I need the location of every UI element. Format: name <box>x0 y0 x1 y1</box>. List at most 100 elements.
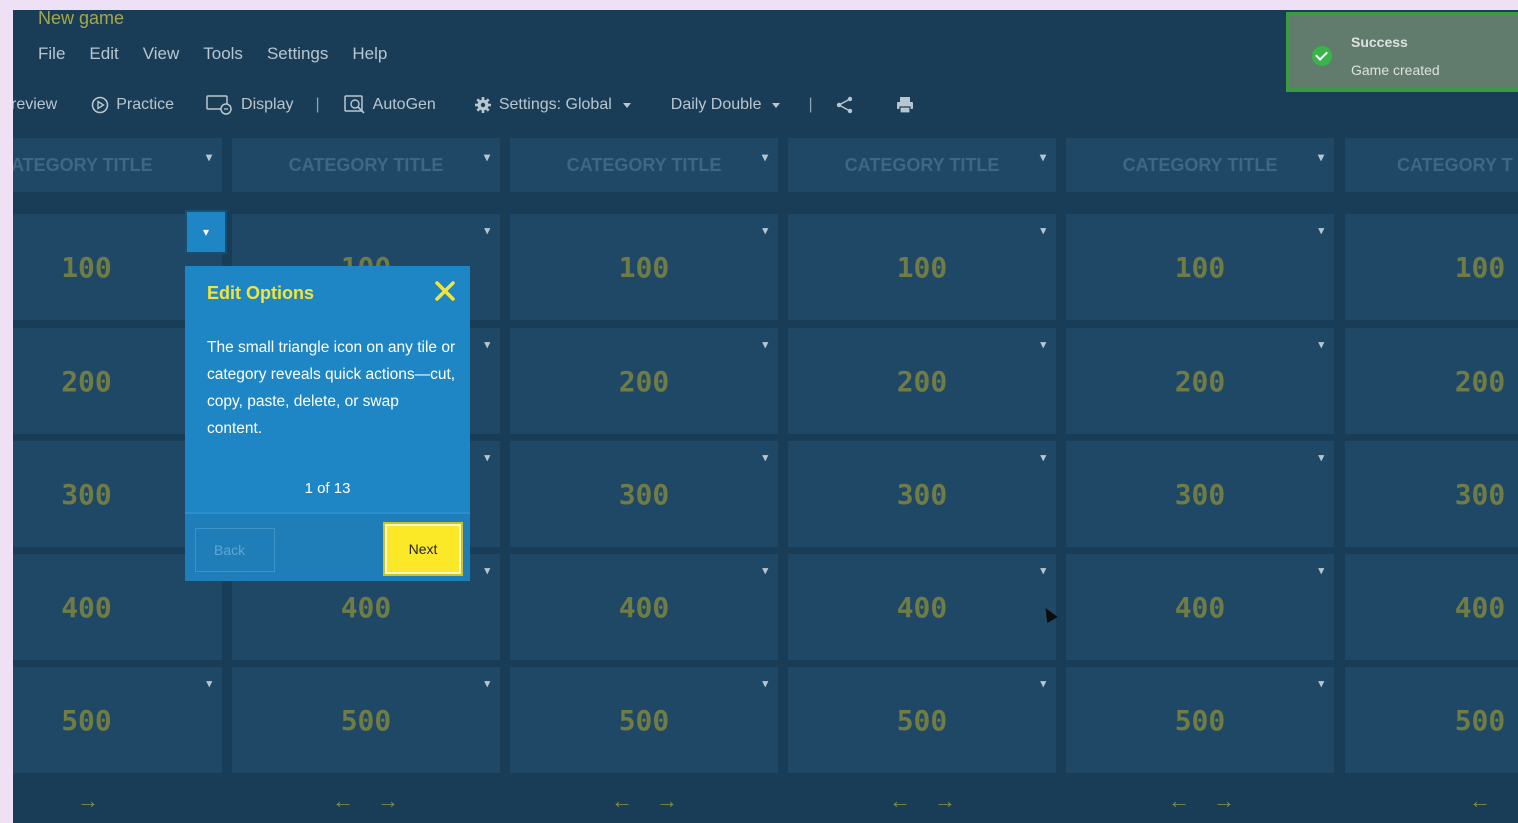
settings-dropdown[interactable]: Settings: Global <box>474 96 631 114</box>
chevron-down-icon[interactable]: ▾ <box>762 224 768 237</box>
category-title: ATEGORY TITLE <box>13 154 153 175</box>
tile-value: 300 <box>896 477 948 511</box>
display-button[interactable]: Display <box>206 95 294 115</box>
chevron-down-icon[interactable]: ▾ <box>206 150 212 164</box>
chevron-down-icon <box>622 102 631 108</box>
chevron-down-icon[interactable]: ▾ <box>1318 677 1324 690</box>
toolbar: review Practice Display | AutoGen Settin… <box>13 90 1033 120</box>
chevron-down-icon[interactable]: ▾ <box>1040 677 1046 690</box>
chevron-down-icon[interactable]: ▾ <box>762 677 768 690</box>
chevron-down-icon[interactable]: ▾ <box>1040 451 1046 464</box>
menu-view[interactable]: View <box>143 44 180 64</box>
chevron-down-icon[interactable]: ▾ <box>484 338 490 351</box>
share-button[interactable] <box>835 95 855 115</box>
display-label: Display <box>241 96 294 113</box>
tile-value: 200 <box>1454 364 1506 398</box>
preview-button[interactable]: review <box>13 96 57 114</box>
practice-label: Practice <box>116 96 175 113</box>
arrow-left-icon[interactable]: ← <box>1469 788 1491 814</box>
question-tile[interactable]: 400 <box>1345 554 1518 660</box>
category-title: CATEGORY T <box>1397 154 1513 175</box>
arrow-right-icon[interactable]: → <box>1213 788 1235 814</box>
daily-double-dropdown[interactable]: Daily Double <box>671 96 781 114</box>
question-tile[interactable]: 100 ▾ <box>1066 214 1334 320</box>
chevron-down-icon[interactable]: ▾ <box>484 150 490 164</box>
question-tile[interactable]: 400 ▾ <box>1066 554 1334 660</box>
question-tile[interactable]: 300 ▾ <box>510 441 778 547</box>
question-tile[interactable]: 200 ▾ <box>1066 328 1334 434</box>
question-tile[interactable]: 500 ▾ <box>788 667 1056 773</box>
daily-double-label: Daily Double <box>670 96 762 113</box>
arrow-right-icon[interactable]: → <box>377 788 399 814</box>
tile-value: 500 <box>1454 703 1506 737</box>
chevron-down-icon[interactable]: ▾ <box>1040 338 1046 351</box>
arrow-right-icon[interactable]: → <box>934 788 956 814</box>
arrow-left-icon[interactable]: ← <box>889 788 911 814</box>
chevron-down-icon[interactable]: ▾ <box>1040 224 1046 237</box>
question-tile[interactable]: 500 ▾ <box>232 667 500 773</box>
check-circle-icon <box>1312 46 1332 66</box>
chevron-down-icon[interactable]: ▾ <box>1318 564 1324 577</box>
question-tile[interactable]: 200 <box>1345 328 1518 434</box>
toast-message: Game created <box>1351 62 1440 78</box>
chevron-down-icon[interactable]: ▾ <box>484 677 490 690</box>
back-button[interactable]: Back <box>195 528 275 572</box>
question-tile[interactable]: 300 <box>1345 441 1518 547</box>
question-tile[interactable]: 100 ▾ <box>510 214 778 320</box>
question-tile[interactable]: 500 ▾ <box>1066 667 1334 773</box>
practice-button[interactable]: Practice <box>91 96 174 114</box>
question-tile[interactable]: 400 ▾ <box>788 554 1056 660</box>
chevron-down-icon[interactable]: ▾ <box>1318 338 1324 351</box>
tile-value: 400 <box>896 590 948 624</box>
chevron-down-icon[interactable]: ▾ <box>762 564 768 577</box>
menu-edit[interactable]: Edit <box>89 44 118 64</box>
success-toast: Success Game created <box>1286 12 1518 92</box>
close-icon[interactable] <box>434 278 456 309</box>
arrow-right-icon[interactable]: → <box>77 788 99 814</box>
category-header[interactable]: CATEGORY TITLE ▾ <box>232 138 500 192</box>
chevron-down-icon[interactable]: ▾ <box>206 677 212 690</box>
tile-edit-caret-button[interactable]: ▾ <box>185 210 227 254</box>
menu-tools[interactable]: Tools <box>203 44 243 64</box>
game-editor: New game File Edit View Tools Settings H… <box>13 10 1518 823</box>
question-tile[interactable]: 100 ▾ <box>788 214 1056 320</box>
arrow-left-icon[interactable]: ← <box>1168 788 1190 814</box>
autogen-button[interactable]: AutoGen <box>343 95 436 115</box>
chevron-down-icon[interactable]: ▾ <box>762 150 768 164</box>
chevron-down-icon[interactable]: ▾ <box>1318 150 1324 164</box>
chevron-down-icon[interactable]: ▾ <box>484 451 490 464</box>
tile-value: 100 <box>618 250 670 284</box>
question-tile[interactable]: 500 ▾ <box>13 667 222 773</box>
chevron-down-icon[interactable]: ▾ <box>1318 451 1324 464</box>
question-tile[interactable]: 500 ▾ <box>510 667 778 773</box>
chevron-down-icon[interactable]: ▾ <box>1040 564 1046 577</box>
chevron-down-icon[interactable]: ▾ <box>484 224 490 237</box>
arrow-right-icon[interactable]: → <box>656 788 678 814</box>
category-header[interactable]: CATEGORY T <box>1345 138 1518 192</box>
question-tile[interactable]: 400 ▾ <box>510 554 778 660</box>
category-header[interactable]: CATEGORY TITLE ▾ <box>788 138 1056 192</box>
question-tile[interactable]: 100 <box>1345 214 1518 320</box>
question-tile[interactable]: 500 <box>1345 667 1518 773</box>
menu-help[interactable]: Help <box>352 44 387 64</box>
question-tile[interactable]: 200 ▾ <box>788 328 1056 434</box>
menu-settings[interactable]: Settings <box>267 44 328 64</box>
tile-value: 200 <box>618 364 670 398</box>
autogen-icon <box>343 95 365 114</box>
chevron-down-icon[interactable]: ▾ <box>1318 224 1324 237</box>
print-button[interactable] <box>895 95 915 115</box>
category-header[interactable]: CATEGORY TITLE ▾ <box>1066 138 1334 192</box>
category-header[interactable]: CATEGORY TITLE ▾ <box>510 138 778 192</box>
chevron-down-icon[interactable]: ▾ <box>484 564 490 577</box>
menu-file[interactable]: File <box>38 44 65 64</box>
next-button[interactable]: Next <box>385 524 461 574</box>
question-tile[interactable]: 200 ▾ <box>510 328 778 434</box>
question-tile[interactable]: 300 ▾ <box>788 441 1056 547</box>
category-header[interactable]: ATEGORY TITLE ▾ <box>13 138 222 192</box>
chevron-down-icon[interactable]: ▾ <box>1040 150 1046 164</box>
question-tile[interactable]: 300 ▾ <box>1066 441 1334 547</box>
chevron-down-icon[interactable]: ▾ <box>762 338 768 351</box>
arrow-left-icon[interactable]: ← <box>332 788 354 814</box>
arrow-left-icon[interactable]: ← <box>611 788 633 814</box>
chevron-down-icon[interactable]: ▾ <box>762 451 768 464</box>
